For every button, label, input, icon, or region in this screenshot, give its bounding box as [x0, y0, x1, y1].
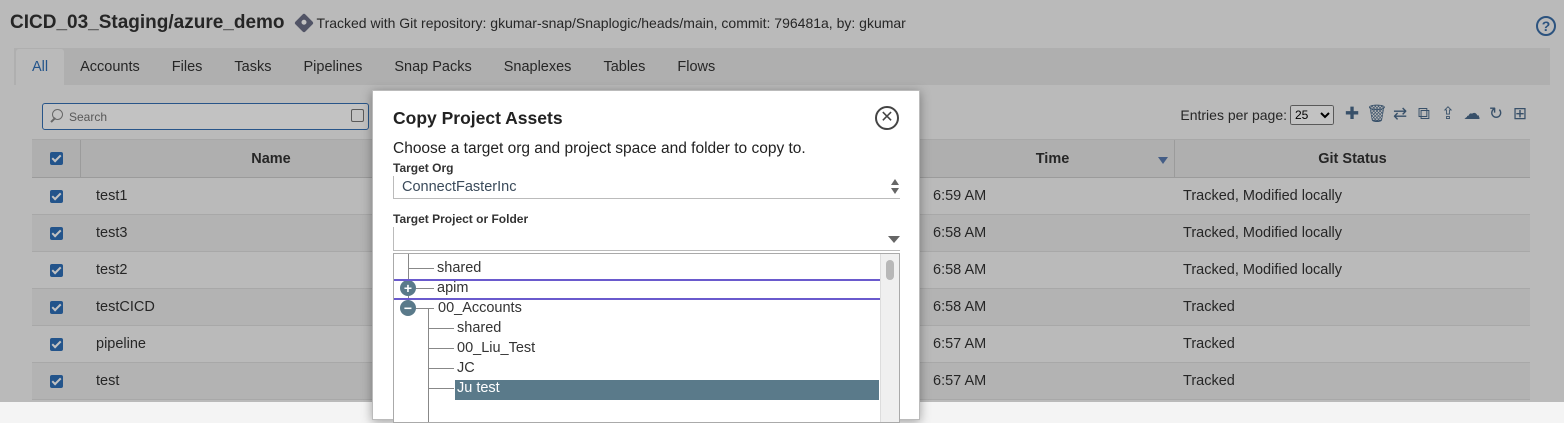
tree-connector	[428, 368, 454, 369]
tree-item-shared[interactable]: shared	[437, 258, 481, 278]
target-folder-select[interactable]	[393, 227, 900, 251]
tree-connector	[428, 309, 429, 422]
folder-tree: shared + apim − 00_Accounts shared 00_Li…	[393, 253, 900, 423]
tree-item-00-liu-test[interactable]: 00_Liu_Test	[457, 338, 535, 358]
tree-connector	[416, 308, 434, 309]
selected-tree-row	[455, 380, 879, 400]
tree-item-00-accounts[interactable]: 00_Accounts	[438, 298, 522, 318]
copy-assets-dialog: Copy Project Assets ✕ Choose a target or…	[372, 90, 920, 423]
tree-connector	[428, 388, 454, 389]
target-org-value: ConnectFasterInc	[402, 179, 517, 195]
collapse-icon[interactable]: −	[400, 300, 416, 316]
select-arrows-icon	[890, 179, 900, 195]
tree-connector	[428, 348, 454, 349]
tree-connector	[428, 328, 454, 329]
tree-connector	[408, 268, 434, 269]
hover-highlight	[394, 279, 899, 300]
dialog-title: Copy Project Assets	[393, 108, 563, 128]
tree-item-jc[interactable]: JC	[457, 358, 475, 378]
target-org-label: Target Org	[393, 161, 454, 175]
tree-scrollbar[interactable]	[880, 254, 899, 422]
tree-item-shared-child[interactable]: shared	[457, 318, 501, 338]
close-icon[interactable]: ✕	[875, 106, 899, 130]
tree-item-ju-test[interactable]: Ju test	[457, 378, 500, 398]
target-folder-label: Target Project or Folder	[393, 212, 529, 226]
dialog-description: Choose a target org and project space an…	[393, 140, 806, 157]
chevron-down-icon	[888, 236, 900, 243]
target-org-select[interactable]: ConnectFasterInc	[393, 176, 900, 199]
scroll-thumb[interactable]	[886, 260, 894, 280]
